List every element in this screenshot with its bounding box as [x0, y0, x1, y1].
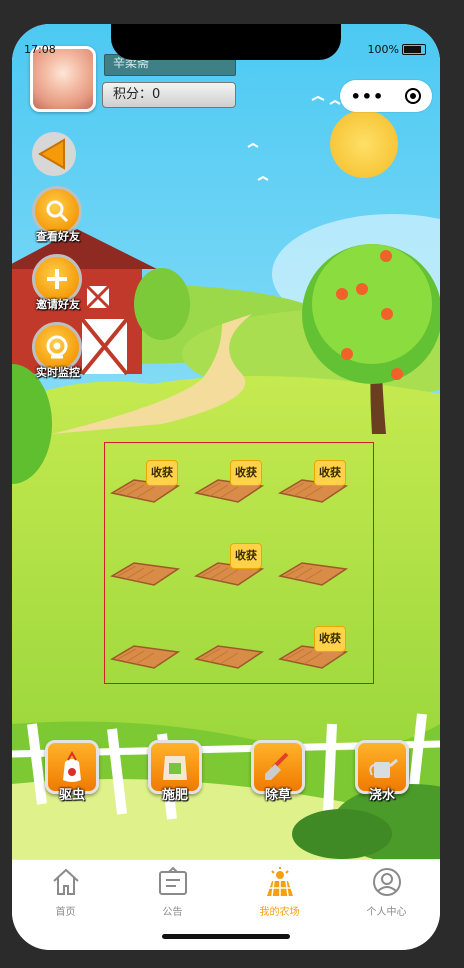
- score-display: 积分：0: [102, 82, 236, 108]
- harvest-button[interactable]: 收获: [230, 460, 262, 486]
- weeding-label: 除草: [264, 788, 291, 803]
- battery-percent: 100%: [367, 43, 399, 56]
- tab-my-farm[interactable]: 我的农场: [226, 866, 333, 918]
- shovel-icon: [265, 752, 289, 780]
- pesticide-icon: [63, 750, 81, 782]
- camera-notch: [111, 24, 341, 60]
- harvest-button[interactable]: 收获: [314, 460, 346, 486]
- back-arrow-icon[interactable]: [30, 130, 78, 178]
- fertilize-label: 施肥: [161, 788, 188, 803]
- user-icon: [372, 868, 401, 896]
- battery-icon: [402, 44, 426, 55]
- watering-can-icon: [369, 758, 398, 778]
- tab-profile-label: 个人中心: [366, 907, 407, 918]
- tab-my-farm-label: 我的农场: [259, 907, 300, 918]
- fertilizer-icon: [163, 756, 187, 780]
- score-value: 0: [152, 87, 161, 102]
- tab-home[interactable]: 首页: [12, 866, 119, 918]
- watering-label: 浇水: [368, 788, 395, 803]
- notice-icon: [158, 866, 187, 895]
- pest-control-label: 驱虫: [58, 788, 85, 803]
- view-friends-label: 查看好友: [36, 230, 80, 243]
- tab-notice[interactable]: 公告: [119, 866, 226, 918]
- home-indicator: [162, 934, 290, 939]
- farm-icon: [266, 867, 293, 897]
- harvest-button[interactable]: 收获: [146, 460, 178, 486]
- tab-notice-label: 公告: [162, 907, 183, 918]
- tab-profile[interactable]: 个人中心: [333, 866, 440, 918]
- invite-friends-label: 邀请好友: [36, 298, 80, 311]
- live-monitor-label: 实时监控: [36, 366, 80, 379]
- score-label: 积分：: [113, 87, 153, 102]
- status-battery: 100%: [368, 43, 426, 56]
- close-miniprogram-icon[interactable]: [405, 88, 422, 104]
- harvest-button[interactable]: 收获: [314, 626, 346, 652]
- phone-screen: 17:08 100% 辛柔斋 积分：0 ••• 查看好友 邀请好友 实时监控 收…: [12, 24, 440, 950]
- home-icon: [52, 868, 79, 895]
- more-icon[interactable]: •••: [351, 87, 385, 106]
- status-time: 17:08: [24, 43, 56, 56]
- miniprogram-capsule[interactable]: •••: [340, 80, 432, 112]
- plus-icon: [47, 269, 67, 289]
- tab-home-label: 首页: [55, 907, 76, 918]
- search-icon: [46, 200, 69, 223]
- camera-icon: [46, 335, 68, 359]
- harvest-button[interactable]: 收获: [230, 543, 262, 569]
